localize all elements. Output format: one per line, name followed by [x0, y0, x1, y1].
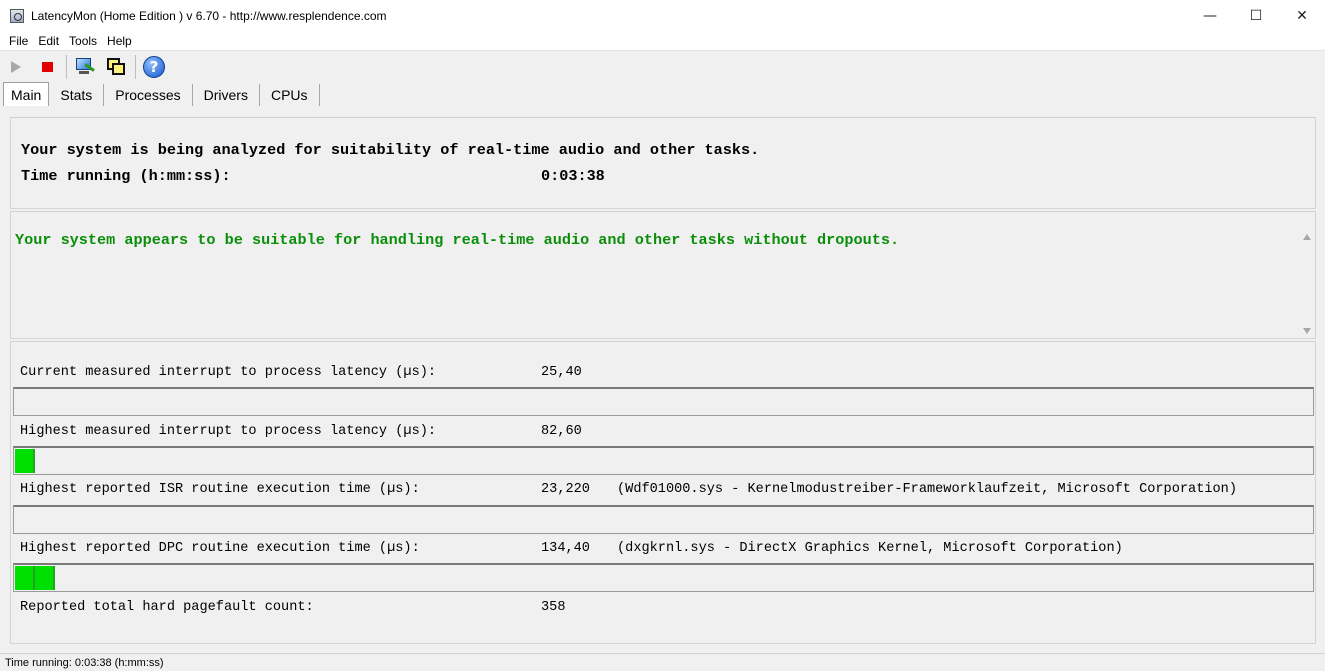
- bar-segment: [35, 566, 55, 590]
- toolbar: ?: [4, 53, 173, 81]
- windows-button[interactable]: [104, 55, 128, 79]
- menu-help[interactable]: Help: [102, 34, 137, 48]
- close-button[interactable]: ✕: [1279, 0, 1325, 32]
- dpc-time-value: 134,40: [541, 541, 590, 556]
- toolbar-separator: [66, 55, 67, 79]
- verdict-text: Your system appears to be suitable for h…: [15, 231, 900, 249]
- optimize-button[interactable]: [73, 55, 97, 79]
- windows-icon: [106, 57, 126, 77]
- tab-processes[interactable]: Processes: [104, 84, 193, 106]
- current-latency-value: 25,40: [541, 365, 582, 380]
- isr-time-value: 23,220: [541, 482, 590, 497]
- help-button[interactable]: ?: [142, 55, 166, 79]
- tab-cpus[interactable]: CPUs: [260, 84, 320, 106]
- help-icon: ?: [143, 56, 165, 78]
- isr-time-label: Highest reported ISR routine execution t…: [20, 482, 420, 497]
- menu-tools[interactable]: Tools: [64, 34, 102, 48]
- dpc-time-bar: [13, 563, 1314, 592]
- dpc-time-bar-fill: [15, 566, 55, 590]
- tab-drivers[interactable]: Drivers: [193, 84, 260, 106]
- toolbar-separator: [135, 55, 136, 79]
- highest-latency-value: 82,60: [541, 424, 582, 439]
- tab-main[interactable]: Main: [3, 82, 50, 106]
- analysis-headline: Your system is being analyzed for suitab…: [21, 141, 760, 159]
- current-latency-label: Current measured interrupt to process la…: [20, 365, 437, 380]
- title-bar: LatencyMon (Home Edition ) v 6.70 - http…: [0, 0, 1325, 32]
- tab-strip: Main Stats Processes Drivers CPUs: [3, 82, 320, 106]
- tab-stats[interactable]: Stats: [49, 84, 105, 106]
- metrics-panel: Current measured interrupt to process la…: [10, 341, 1316, 644]
- highest-latency-bar: [13, 446, 1314, 475]
- monitor-wand-icon: [75, 57, 95, 77]
- scroll-up-icon[interactable]: [1303, 234, 1311, 240]
- isr-time-bar: [13, 505, 1314, 534]
- highest-latency-bar-fill: [15, 449, 35, 473]
- current-latency-bar: [13, 387, 1314, 416]
- stop-button[interactable]: [35, 55, 59, 79]
- window-controls: — ☐ ✕: [1187, 0, 1325, 32]
- dpc-time-label: Highest reported DPC routine execution t…: [20, 541, 420, 556]
- bar-segment: [15, 449, 35, 473]
- start-button[interactable]: [4, 55, 28, 79]
- scroll-down-icon[interactable]: [1303, 328, 1311, 334]
- window-title: LatencyMon (Home Edition ) v 6.70 - http…: [31, 9, 387, 23]
- pagefault-value: 358: [541, 600, 566, 615]
- time-running-value: 0:03:38: [541, 167, 605, 185]
- bar-segment: [15, 566, 35, 590]
- play-icon: [11, 61, 21, 73]
- status-bar: Time running: 0:03:38 (h:mm:ss): [0, 653, 1325, 671]
- app-icon: [10, 9, 24, 23]
- verdict-panel: Your system appears to be suitable for h…: [10, 211, 1316, 339]
- menu-edit[interactable]: Edit: [33, 34, 64, 48]
- pagefault-label: Reported total hard pagefault count:: [20, 600, 314, 615]
- status-bar-text: Time running: 0:03:38 (h:mm:ss): [5, 656, 164, 669]
- analysis-status-panel: Your system is being analyzed for suitab…: [10, 117, 1316, 209]
- menu-file[interactable]: File: [0, 34, 33, 48]
- dpc-driver: (dxgkrnl.sys - DirectX Graphics Kernel, …: [617, 541, 1123, 556]
- verdict-scrollbar[interactable]: [1299, 224, 1315, 338]
- minimize-button[interactable]: —: [1187, 0, 1233, 32]
- stop-icon: [41, 62, 53, 72]
- time-running-label: Time running (h:mm:ss):: [21, 167, 231, 185]
- menu-bar: File Edit Tools Help: [0, 32, 1325, 51]
- isr-driver: (Wdf01000.sys - Kernelmodustreiber-Frame…: [617, 482, 1237, 497]
- maximize-button[interactable]: ☐: [1233, 0, 1279, 32]
- highest-latency-label: Highest measured interrupt to process la…: [20, 424, 437, 439]
